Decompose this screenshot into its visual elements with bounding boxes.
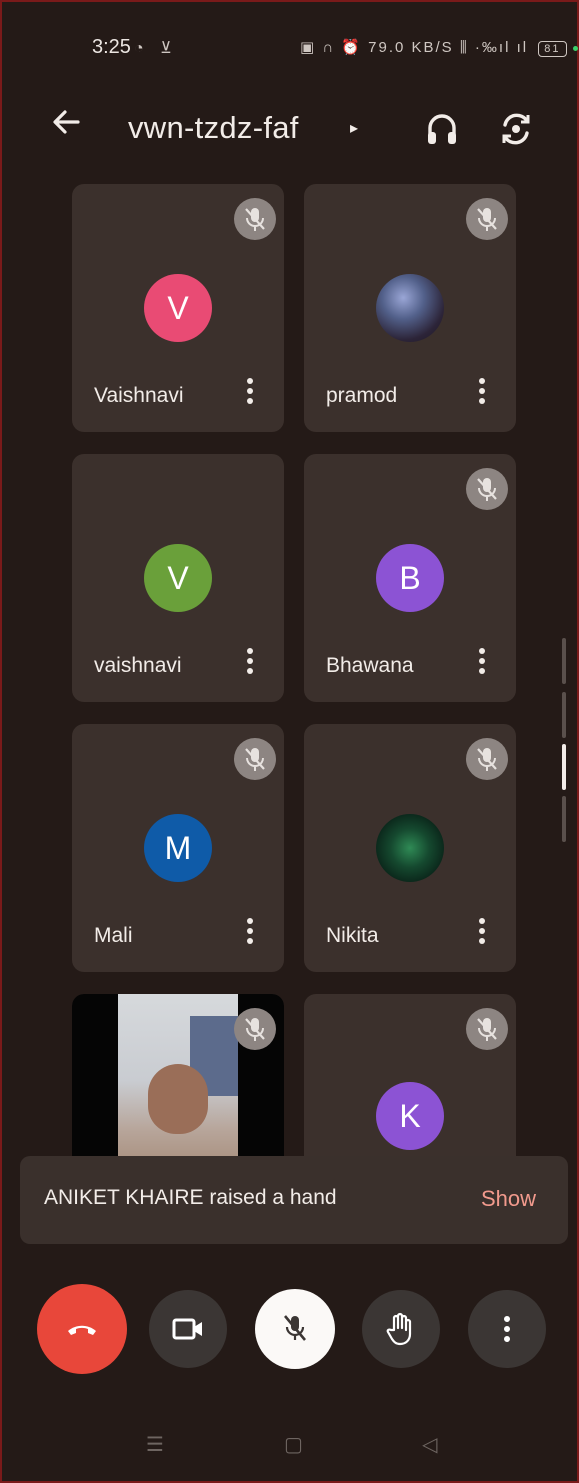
end-call-button[interactable] bbox=[37, 1284, 127, 1374]
microphone-toggle-button[interactable] bbox=[255, 1289, 335, 1369]
participant-name: vaishnavi bbox=[94, 654, 182, 677]
scrollbar-track[interactable] bbox=[562, 796, 566, 842]
switch-camera-icon[interactable] bbox=[497, 110, 535, 148]
participant-tile[interactable]: K bbox=[304, 994, 516, 1156]
participant-name: Bhawana bbox=[326, 654, 414, 677]
participant-tile[interactable]: B Bhawana bbox=[304, 454, 516, 702]
participant-tile[interactable]: M Mali bbox=[72, 724, 284, 972]
mic-muted-icon bbox=[466, 738, 508, 780]
status-right-icons: ▣ ∩ ⏰ 79.0 KB/S ⫼ ·‰ıl ıl 81 bbox=[300, 38, 578, 57]
participant-video-tile[interactable] bbox=[72, 994, 284, 1156]
status-icons-text: ▣ ∩ ⏰ 79.0 KB/S ⫼ ·‰ıl ıl bbox=[300, 39, 529, 56]
camera-toggle-button[interactable] bbox=[149, 1290, 227, 1368]
mic-muted-icon bbox=[234, 1008, 276, 1050]
participant-tile[interactable]: V vaishnavi bbox=[72, 454, 284, 702]
mic-muted-icon bbox=[234, 738, 276, 780]
more-options-icon[interactable] bbox=[246, 918, 254, 950]
participant-name: pramod bbox=[326, 384, 398, 407]
raise-hand-icon bbox=[386, 1312, 412, 1346]
camera-icon bbox=[172, 1318, 202, 1340]
more-options-icon[interactable] bbox=[246, 648, 254, 680]
system-nav-bar: ☰ ▢ ◁ bbox=[0, 1432, 579, 1462]
end-call-icon bbox=[68, 1325, 96, 1335]
battery-icon: 81 bbox=[538, 41, 567, 57]
avatar: K bbox=[376, 1082, 444, 1150]
meeting-info-chevron-icon[interactable]: ▸ bbox=[350, 118, 358, 138]
more-options-icon[interactable] bbox=[478, 378, 486, 410]
mic-muted-icon bbox=[234, 198, 276, 240]
mic-off-icon bbox=[284, 1315, 306, 1341]
status-left-icons: ◔ ⊻ bbox=[134, 40, 178, 57]
meeting-header: vwn-tzdz-faf ▸ bbox=[0, 100, 579, 160]
avatar: V bbox=[144, 544, 212, 612]
avatar: B bbox=[376, 544, 444, 612]
more-options-button[interactable] bbox=[468, 1290, 546, 1368]
back-triangle-icon[interactable]: ◁ bbox=[422, 1432, 437, 1457]
home-square-icon[interactable]: ▢ bbox=[284, 1432, 303, 1457]
privacy-dot-icon bbox=[572, 45, 578, 51]
meeting-code-title[interactable]: vwn-tzdz-faf bbox=[128, 110, 299, 146]
participant-tile[interactable]: pramod bbox=[304, 184, 516, 432]
more-options-icon[interactable] bbox=[478, 648, 486, 680]
mic-muted-icon bbox=[466, 198, 508, 240]
headphones-audio-icon[interactable] bbox=[424, 110, 460, 148]
show-button[interactable]: Show bbox=[481, 1186, 536, 1212]
participant-tile[interactable]: V Vaishnavi bbox=[72, 184, 284, 432]
scrollbar-track[interactable] bbox=[562, 692, 566, 738]
more-vert-icon bbox=[504, 1316, 510, 1342]
participant-name: Mali bbox=[94, 924, 133, 947]
avatar-photo bbox=[376, 814, 444, 882]
participant-tile[interactable]: Nikita bbox=[304, 724, 516, 972]
status-time: 3:25 bbox=[92, 36, 131, 58]
participant-name: Nikita bbox=[326, 924, 379, 947]
back-arrow-icon[interactable] bbox=[48, 106, 84, 146]
scrollbar-track[interactable] bbox=[562, 638, 566, 684]
avatar: V bbox=[144, 274, 212, 342]
mic-muted-icon bbox=[466, 1008, 508, 1050]
avatar: M bbox=[144, 814, 212, 882]
scrollbar-thumb[interactable] bbox=[562, 744, 566, 790]
avatar-photo bbox=[376, 274, 444, 342]
more-options-icon[interactable] bbox=[246, 378, 254, 410]
participant-name: Vaishnavi bbox=[94, 384, 184, 407]
video-person bbox=[148, 1064, 208, 1134]
more-options-icon[interactable] bbox=[478, 918, 486, 950]
raised-hand-notification: ANIKET KHAIRE raised a hand Show bbox=[20, 1156, 568, 1244]
recents-menu-icon[interactable]: ☰ bbox=[146, 1432, 164, 1457]
raise-hand-button[interactable] bbox=[362, 1290, 440, 1368]
participant-video bbox=[118, 994, 238, 1156]
notification-message: ANIKET KHAIRE raised a hand bbox=[44, 1186, 337, 1209]
mic-muted-icon bbox=[466, 468, 508, 510]
status-bar: 3:25 ◔ ⊻ ▣ ∩ ⏰ 79.0 KB/S ⫼ ·‰ıl ıl 81 bbox=[0, 36, 579, 64]
